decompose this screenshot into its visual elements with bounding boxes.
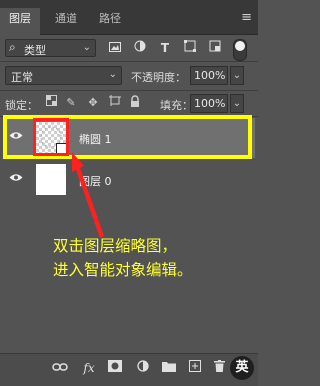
shape-filter-icon[interactable] <box>181 39 199 57</box>
blend-mode-select[interactable]: 正常 ⌄ <box>5 66 122 85</box>
lock-artboard-icon[interactable] <box>108 95 122 111</box>
text-filter-icon[interactable]: T <box>156 39 174 57</box>
ime-language-badge[interactable]: 英 <box>230 356 254 380</box>
lock-label: 锁定： <box>5 99 38 112</box>
menu-lines-icon[interactable]: ≡ <box>241 10 252 25</box>
divider <box>0 90 258 91</box>
link-icon[interactable] <box>51 360 69 376</box>
mask-icon[interactable] <box>106 360 124 376</box>
annotation-line-1: 双击图层缩略图， <box>53 237 178 255</box>
annotation-line-2: 进入智能对象编辑。 <box>53 261 193 279</box>
trash-icon[interactable] <box>210 360 228 376</box>
thumbnail-highlight-ring <box>33 118 69 156</box>
lock-position-icon[interactable]: ✥ <box>86 95 100 111</box>
new-layer-icon[interactable] <box>186 360 204 376</box>
blend-mode-label: 正常 <box>11 71 33 84</box>
chevron-down-icon: ⌄ <box>82 42 91 53</box>
chevron-down-icon: ⌄ <box>108 69 117 80</box>
lock-all-icon[interactable] <box>128 95 142 111</box>
fill-label: 填充： <box>160 99 193 112</box>
layer-thumbnail[interactable] <box>36 164 66 195</box>
tab-paths[interactable]: 路径 <box>88 8 132 34</box>
annotation-text: 双击图层缩略图， 进入智能对象编辑。 <box>53 234 253 282</box>
image-filter-icon[interactable] <box>106 39 124 57</box>
opacity-label: 不透明度： <box>131 71 186 84</box>
fill-field[interactable]: 100% <box>190 94 228 113</box>
annotation-arrow <box>72 152 104 238</box>
tab-layers[interactable]: 图层 <box>0 8 40 35</box>
fx-icon[interactable]: fx <box>80 360 98 376</box>
lock-image-icon[interactable]: ✎ <box>64 95 78 111</box>
fill-chevron-icon[interactable]: ⌄ <box>230 94 244 113</box>
adjustment-filter-icon[interactable] <box>131 39 149 57</box>
eye-icon[interactable] <box>9 173 23 182</box>
smart-object-filter-icon[interactable] <box>206 39 224 57</box>
tab-channels[interactable]: 通道 <box>44 8 88 34</box>
search-icon: ⌕ <box>9 40 16 54</box>
layer-row-background[interactable]: 图层 0 <box>3 160 255 200</box>
lock-transparent-icon[interactable] <box>44 95 58 111</box>
opacity-chevron-icon[interactable]: ⌄ <box>230 66 244 85</box>
opacity-field[interactable]: 100% <box>190 66 228 85</box>
folder-icon[interactable] <box>160 360 178 376</box>
adjustment-icon[interactable] <box>134 360 152 376</box>
filter-kind-select[interactable]: ⌕ 类型 ⌄ <box>5 39 96 57</box>
filter-toggle[interactable] <box>233 39 247 61</box>
divider <box>0 61 258 62</box>
filter-kind-label: 类型 <box>24 44 46 57</box>
